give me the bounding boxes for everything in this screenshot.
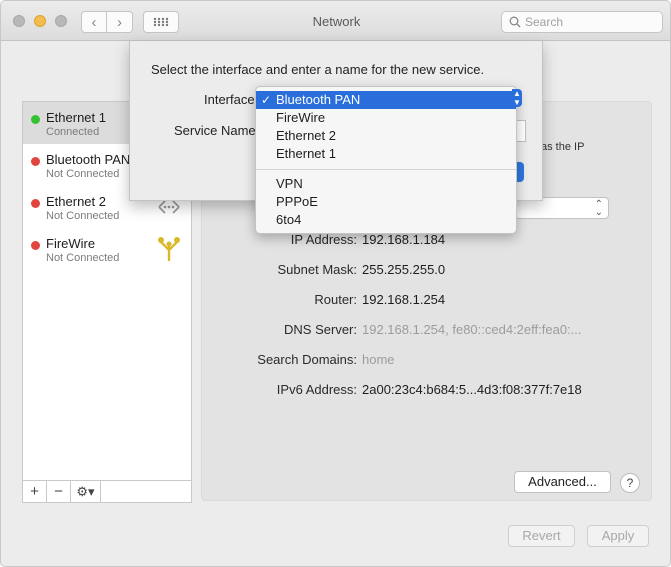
sheet-prompt: Select the interface and enter a name fo… bbox=[151, 62, 485, 77]
ipv6-address-row: IPv6 Address: 2a00:23c4:b684:5...4d3:f08… bbox=[202, 382, 653, 400]
service-name: Bluetooth PAN bbox=[46, 152, 131, 167]
menu-item-label: Bluetooth PAN bbox=[276, 92, 361, 107]
apply-button[interactable]: Apply bbox=[587, 525, 649, 547]
service-status: Not Connected bbox=[46, 252, 120, 264]
menu-item-pppoe[interactable]: PPPoE bbox=[256, 193, 516, 211]
router-value: 192.168.1.254 bbox=[362, 292, 446, 307]
create-button[interactable] bbox=[516, 162, 524, 182]
menu-item-label: VPN bbox=[276, 176, 303, 191]
menu-item-label: FireWire bbox=[276, 110, 326, 125]
dns-server-value: 192.168.1.254, fe80::ced4:2eff:fea0:... bbox=[362, 322, 582, 337]
ip-address-value: 192.168.1.184 bbox=[362, 232, 446, 247]
menu-item-bluetooth-pan[interactable]: ✓ Bluetooth PAN bbox=[256, 91, 516, 109]
service-name: Ethernet 1 bbox=[46, 110, 106, 125]
service-status: Not Connected bbox=[46, 168, 120, 180]
service-list-toolbar: + − ⚙▾ bbox=[22, 481, 192, 503]
gear-menu-button[interactable]: ⚙▾ bbox=[71, 481, 101, 502]
search-input[interactable] bbox=[525, 15, 655, 29]
ipv6-address-label: IPv6 Address: bbox=[276, 382, 357, 397]
subnet-mask-value: 255.255.255.0 bbox=[362, 262, 446, 277]
search-domains-row: Search Domains: home bbox=[202, 352, 653, 370]
revert-button[interactable]: Revert bbox=[508, 525, 575, 547]
service-status: Connected bbox=[46, 126, 100, 138]
menu-item-6to4[interactable]: 6to4 bbox=[256, 211, 516, 229]
subnet-mask-label: Subnet Mask: bbox=[277, 262, 358, 277]
menu-separator bbox=[256, 169, 516, 170]
search-domains-value: home bbox=[362, 352, 395, 367]
title-bar: ‹ › Network bbox=[1, 1, 670, 41]
search-icon bbox=[509, 16, 521, 28]
menu-item-label: Ethernet 2 bbox=[276, 128, 336, 143]
status-dot-disconnected bbox=[31, 199, 40, 208]
menu-item-vpn[interactable]: VPN bbox=[256, 175, 516, 193]
service-name: FireWire bbox=[46, 236, 96, 251]
search-domains-label: Search Domains: bbox=[257, 352, 357, 367]
search-field[interactable] bbox=[501, 11, 663, 33]
network-preferences-window: ‹ › Network Ethernet 1 Connected Blu bbox=[0, 0, 671, 567]
service-name-field[interactable] bbox=[516, 120, 526, 142]
help-button[interactable]: ? bbox=[620, 473, 640, 493]
ip-address-label: IP Address: bbox=[290, 232, 357, 247]
service-item-firewire[interactable]: FireWire Not Connected bbox=[23, 228, 191, 270]
advanced-button[interactable]: Advanced... bbox=[514, 471, 611, 493]
ip-address-row: IP Address: 192.168.1.184 bbox=[202, 232, 653, 250]
menu-item-label: 6to4 bbox=[276, 212, 302, 227]
menu-item-ethernet-1[interactable]: Ethernet 1 bbox=[256, 145, 516, 163]
chevron-updown-icon: ⌃ ⌄ bbox=[594, 199, 603, 218]
ipv6-address-value: 2a00:23c4:b684:5...4d3:f08:377f:7e18 bbox=[362, 382, 582, 397]
menu-item-label: PPPoE bbox=[276, 194, 318, 209]
service-name: Ethernet 2 bbox=[46, 194, 106, 209]
service-status: Not Connected bbox=[46, 210, 120, 222]
service-name-label: Service Name bbox=[174, 123, 256, 138]
gear-icon: ⚙▾ bbox=[76, 483, 95, 499]
status-dot-disconnected bbox=[31, 157, 40, 166]
config-description-text: as the IP bbox=[541, 141, 585, 153]
menu-item-ethernet-2[interactable]: Ethernet 2 bbox=[256, 127, 516, 145]
router-row: Router: 192.168.1.254 bbox=[202, 292, 653, 310]
remove-service-button[interactable]: − bbox=[47, 481, 71, 502]
interface-label: Interface bbox=[204, 92, 255, 107]
menu-item-label: Ethernet 1 bbox=[276, 146, 336, 161]
subnet-mask-row: Subnet Mask: 255.255.255.0 bbox=[202, 262, 653, 280]
firewire-icon bbox=[158, 237, 180, 262]
add-service-button[interactable]: + bbox=[23, 481, 47, 502]
router-label: Router: bbox=[314, 292, 357, 307]
status-dot-connected bbox=[31, 115, 40, 124]
status-dot-disconnected bbox=[31, 241, 40, 250]
chevron-updown-icon: ▲ ▼ bbox=[512, 89, 522, 107]
checkmark-icon: ✓ bbox=[261, 93, 272, 107]
interface-dropdown-menu[interactable]: ✓ Bluetooth PAN FireWire Ethernet 2 Ethe… bbox=[255, 86, 517, 234]
menu-item-firewire[interactable]: FireWire bbox=[256, 109, 516, 127]
dns-server-label: DNS Server: bbox=[284, 322, 357, 337]
dns-server-row: DNS Server: 192.168.1.254, fe80::ced4:2e… bbox=[202, 322, 653, 340]
